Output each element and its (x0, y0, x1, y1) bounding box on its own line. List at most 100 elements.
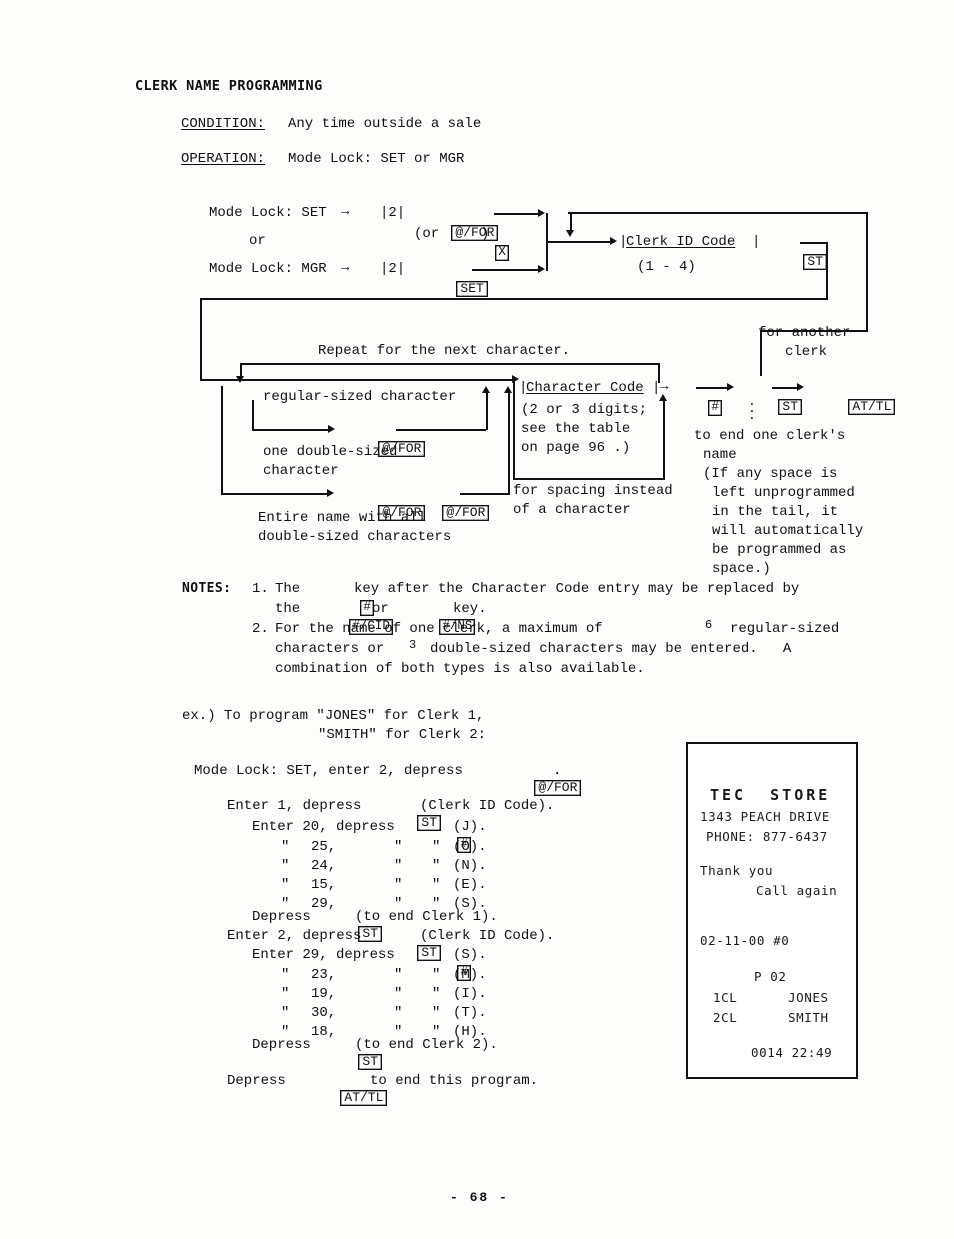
flow-line (396, 429, 486, 431)
key-st-end-clerk2[interactable]: ST (358, 1054, 383, 1071)
receipt-store-name: TEC STORE (710, 786, 831, 804)
clerk1-row-2-code: 15, (311, 877, 337, 893)
clerk1-row-1-code: 24, (311, 858, 337, 874)
arrow-glyph-1: → (341, 204, 350, 220)
clerk2-row-2-letter: (T). (453, 1005, 487, 1021)
flow-line (866, 212, 868, 330)
key-st-clerk-id[interactable]: ST (803, 254, 828, 271)
flow-line (472, 269, 540, 271)
receipt-p-code: P 02 (754, 969, 787, 984)
flow-line (252, 400, 254, 430)
flow-line (772, 387, 800, 389)
ellipsis-vertical: ... (748, 394, 756, 423)
receipt-clerk1-id: 1CL (713, 990, 738, 1005)
clerk2-row-2-ditto1: " (281, 1005, 290, 1021)
clerk1-row-1-letter: (N). (453, 858, 487, 874)
example-final-text: Depress (227, 1073, 286, 1089)
key-at-for-example[interactable]: @/FOR (534, 780, 582, 797)
example-intro-line2: "SMITH" for Clerk 2: (318, 727, 487, 743)
regular-sized-character-label: regular-sized character (263, 389, 457, 405)
flow-line (200, 298, 202, 380)
flow-entry-2-set: |2| (380, 205, 406, 221)
flow-line (800, 242, 828, 244)
clerk1-row-0-ditto1: " (281, 839, 290, 855)
key-at-tl-example[interactable]: AT/TL (340, 1090, 388, 1107)
clerk2-row-2-ditto3: " (432, 1005, 441, 1021)
clerk2-first-letter: (S). (453, 947, 487, 963)
flow-mode-lock-mgr: Mode Lock: MGR (209, 261, 327, 277)
receipt-clerk1-name: JONES (788, 990, 829, 1005)
example-final-note: to end this program. (370, 1073, 539, 1089)
receipt-sample: TEC STORE 1343 PEACH DRIVE PHONE: 877-64… (686, 742, 858, 1079)
entire-name-line1: Entire name with all (258, 510, 427, 526)
flow-line (513, 478, 665, 480)
note-1-number: 1. (252, 581, 269, 597)
operation-label: OPERATION: (181, 151, 266, 167)
arrow-glyph-3: → (660, 379, 669, 395)
clerk1-row-0-code: 25, (311, 839, 337, 855)
flow-line (546, 241, 614, 243)
end-clerk-line7: be programmed as (712, 542, 847, 558)
char-note-line1: (2 or 3 digits; (521, 402, 648, 418)
flow-arrow (797, 383, 804, 391)
key-at-tl-flow[interactable]: AT/TL (848, 399, 896, 416)
flow-line (508, 392, 510, 494)
key-x[interactable]: X (495, 245, 509, 261)
receipt-date: 02-11-00 #0 (700, 933, 790, 948)
note-2-line2a: characters or (275, 641, 385, 657)
flow-line (221, 386, 223, 494)
receipt-clerk2-name: SMITH (788, 1010, 829, 1025)
flow-line (570, 212, 572, 232)
clerk1-row-0-ditto3: " (432, 839, 441, 855)
end-clerk-line4: left unprogrammed (712, 485, 855, 501)
flow-arrow (327, 489, 334, 497)
note-1-part1: The (275, 581, 301, 597)
one-double-sized-line1: one double-sized (263, 444, 398, 460)
note-2-number: 2. (252, 621, 269, 637)
clerk2-end-text: Depress (252, 1037, 311, 1053)
flow-line (486, 400, 488, 430)
flow-line (460, 493, 510, 495)
page-number: - 68 - (450, 1190, 509, 1205)
key-set[interactable]: SET (456, 281, 488, 298)
flow-line (568, 212, 868, 214)
flow-mode-lock-set: Mode Lock: SET (209, 205, 327, 221)
flow-line (200, 298, 828, 300)
clerk2-row-0-letter: (M). (453, 967, 487, 983)
manual-page: CLERK NAME PROGRAMMING CONDITION: Any ti… (0, 0, 954, 1239)
end-clerk-line3: (If any space is (703, 466, 838, 482)
one-double-sized-line2: character (263, 463, 339, 479)
char-note-line3: on page 96 .) (521, 440, 631, 456)
flow-arrow (504, 386, 512, 393)
flow-line (221, 493, 329, 495)
clerk2-first-text: Enter 29, depress (252, 947, 395, 963)
flow-arrow (328, 425, 335, 433)
note-2-line1b: regular-sized (730, 621, 840, 637)
clerk2-row-1-code: 19, (311, 986, 337, 1002)
key-at-for-4[interactable]: @/FOR (442, 505, 490, 522)
flow-arrow (236, 376, 244, 383)
flow-line (696, 387, 730, 389)
flow-arrow (610, 237, 617, 245)
flow-arrow (482, 386, 490, 393)
key-st-end-name[interactable]: ST (778, 399, 803, 416)
clerk1-row-2-ditto1: " (281, 877, 290, 893)
key-hash[interactable]: # (708, 400, 722, 416)
note-2-max-double: 3 (409, 638, 417, 652)
clerk-id-range: (1 - 4) (637, 259, 696, 275)
flow-arrow (566, 230, 574, 237)
end-clerk-line2: name (703, 447, 737, 463)
flow-arrow (727, 383, 734, 391)
flow-line (252, 429, 330, 431)
example-modelock-period: . (553, 763, 562, 779)
condition-label: CONDITION: (181, 116, 266, 132)
clerk1-first-text: Enter 20, depress (252, 819, 395, 835)
receipt-counter-time: 0014 22:49 (751, 1045, 833, 1060)
note-1-part5: key. (453, 601, 487, 617)
clerk1-row-1-ditto2: " (394, 858, 403, 874)
clerk2-row-1-ditto3: " (432, 986, 441, 1002)
clerk1-id-text: Enter 1, depress (227, 798, 362, 814)
end-clerk-line5: in the tail, it (712, 504, 839, 520)
spacing-note-line2: of a character (513, 502, 631, 518)
clerk1-row-0-letter: (O). (453, 839, 487, 855)
